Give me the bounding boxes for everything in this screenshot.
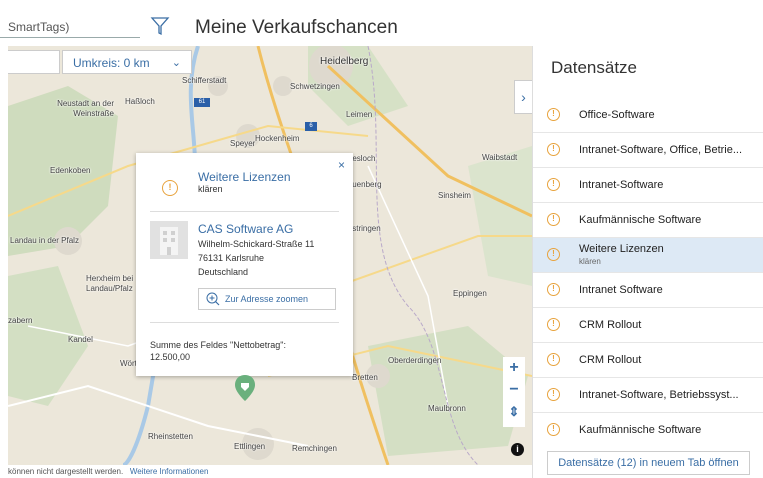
record-title: CRM Rollout — [579, 354, 642, 366]
divider — [150, 211, 339, 212]
map-place: Rheinstetten — [148, 432, 193, 441]
pan-icon[interactable]: ⇕ — [503, 401, 525, 423]
search-input[interactable]: SmartTags) — [0, 16, 140, 38]
list-item[interactable]: ! Kaufmännische Software — [533, 203, 763, 238]
record-title: Intranet-Software — [579, 179, 664, 191]
page-title: Meine Verkaufschancen — [195, 17, 398, 38]
status-badge: ! — [547, 213, 560, 226]
status-badge: ! — [547, 143, 560, 156]
info-icon[interactable]: i — [511, 443, 524, 456]
record-title: Office-Software — [579, 109, 655, 121]
map-place: Oberderdingen — [388, 356, 442, 365]
map-attribution: können nicht dargestellt werden. Weitere… — [8, 467, 208, 476]
list-item[interactable]: ! Office-Software — [533, 98, 763, 133]
map-place: Ettlingen — [234, 442, 266, 451]
record-title: Intranet Software — [579, 284, 663, 296]
status-badge: ! — [547, 283, 560, 296]
road-shield: 61 — [194, 98, 210, 107]
zoom-to-address-label: Zur Adresse zoomen — [225, 294, 309, 304]
divider — [150, 322, 339, 323]
map-place: Leimen — [346, 110, 373, 119]
radius-select-label: Umkreis: 0 km — [73, 56, 150, 70]
status-badge: ! — [547, 318, 560, 331]
close-icon[interactable]: × — [338, 158, 345, 172]
list-item[interactable]: ! Intranet-Software, Betriebssyst... — [533, 378, 763, 413]
map-place: Haßloch — [125, 97, 155, 106]
map-place: Remchingen — [292, 444, 337, 453]
opportunity-popup: × ! Weitere Lizenzen klären CAS Software… — [136, 153, 353, 376]
list-item-selected[interactable]: ! Weitere Lizenzen klären — [533, 238, 763, 273]
record-list: ! Office-Software ! Intranet-Software, Off… — [533, 98, 763, 441]
zoom-to-address-button[interactable]: Zur Adresse zoomen — [198, 288, 336, 310]
sum-field: Summe des Feldes "Nettobetrag": 12.500,0… — [150, 339, 345, 363]
address-street: Wilhelm-Schickard-Straße 11 — [198, 239, 315, 249]
records-panel: Datensätze ! Office-Software ! Intranet-So… — [532, 46, 763, 478]
map-place: Sinsheim — [438, 191, 471, 200]
popup-subtitle: klären — [198, 184, 223, 194]
map[interactable]: Heidelberg Schifferstadt Schwetzingen Ne… — [8, 46, 532, 465]
list-item[interactable]: ! Intranet Software — [533, 273, 763, 308]
chevron-down-icon: ⌄ — [171, 57, 181, 69]
more-info-link[interactable]: Weitere Informationen — [130, 467, 209, 476]
zoom-in-icon — [206, 292, 220, 306]
map-place: Bretten — [352, 373, 378, 382]
record-title: Kaufmännische Software — [579, 214, 702, 226]
zoom-out-button[interactable]: − — [503, 379, 525, 401]
radius-input[interactable] — [8, 50, 60, 74]
map-place: Hockenheim — [255, 134, 300, 143]
map-place: Neustadt an der Weinstraße — [57, 99, 114, 118]
attribution-text: können nicht dargestellt werden. — [8, 467, 124, 476]
list-item[interactable]: ! Intranet-Software — [533, 168, 763, 203]
sum-value: 12.500,00 — [150, 352, 191, 362]
list-item[interactable]: ! Intranet-Software, Office, Betrie... — [533, 133, 763, 168]
chevron-right-icon[interactable]: › — [514, 80, 532, 114]
map-place: Heidelberg — [320, 56, 369, 67]
record-title: Weitere Lizenzen — [579, 243, 664, 255]
open-in-new-tab-button[interactable]: Datensätze (12) in neuem Tab öffnen — [547, 451, 750, 475]
status-badge: ! — [162, 180, 178, 196]
status-badge: ! — [547, 353, 560, 366]
top-bar: SmartTags) Meine Verkaufschancen — [0, 0, 763, 46]
map-place: Wört — [120, 359, 137, 368]
record-title: Intranet-Software, Betriebssyst... — [579, 389, 739, 401]
zoom-controls: + − ⇕ — [503, 357, 525, 427]
map-place: Kandel — [68, 335, 93, 344]
map-place: Landau in der Pfalz — [10, 236, 79, 245]
list-item[interactable]: ! Kaufmännische Software — [533, 413, 763, 441]
record-title: CRM Rollout — [579, 319, 642, 331]
status-badge: ! — [547, 388, 560, 401]
popup-title-link[interactable]: Weitere Lizenzen — [198, 170, 291, 184]
company-name-link[interactable]: CAS Software AG — [198, 222, 293, 236]
map-place: Schwetzingen — [290, 82, 340, 91]
address-country: Deutschland — [198, 267, 249, 277]
sum-label: Summe des Feldes "Nettobetrag": — [150, 340, 286, 350]
list-item[interactable]: ! CRM Rollout — [533, 308, 763, 343]
address-city: 76131 Karlsruhe — [198, 253, 265, 263]
radius-select[interactable]: Umkreis: 0 km ⌄ — [62, 50, 192, 74]
list-item[interactable]: ! CRM Rollout — [533, 343, 763, 378]
zoom-in-button[interactable]: + — [503, 357, 525, 379]
map-place: zabern — [8, 316, 33, 325]
status-badge: ! — [547, 178, 560, 191]
record-subtitle: klären — [579, 257, 601, 266]
map-place: Maulbronn — [428, 404, 466, 413]
map-place: Waibstadt — [482, 153, 518, 162]
map-place: Eppingen — [453, 289, 487, 298]
status-badge: ! — [547, 248, 560, 261]
road-shield: 6 — [305, 122, 317, 131]
record-title: Intranet-Software, Office, Betrie... — [579, 144, 743, 156]
map-place: Edenkoben — [50, 166, 91, 175]
panel-title: Datensätze — [551, 58, 637, 77]
status-badge: ! — [547, 423, 560, 436]
company-building-icon — [150, 221, 188, 259]
map-pin-icon[interactable] — [234, 374, 256, 402]
map-place: Herxheim bei Landau/Pfalz — [86, 274, 134, 293]
status-badge: ! — [547, 108, 560, 121]
funnel-icon[interactable] — [150, 16, 170, 36]
map-place: Schifferstadt — [182, 76, 227, 85]
map-place: Speyer — [230, 139, 256, 148]
record-title: Kaufmännische Software — [579, 424, 702, 436]
